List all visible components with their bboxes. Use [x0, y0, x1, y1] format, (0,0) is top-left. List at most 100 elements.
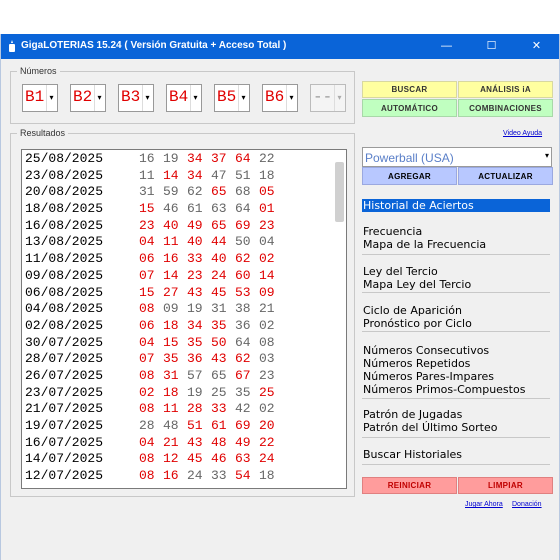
result-row[interactable]: 16/08/2025 23 40 49 65 69 23 [25, 218, 283, 235]
ball-select-label: B3 [121, 88, 141, 106]
window-title: GigaLOTERIAS 15.24 ( Versión Gratuita + … [21, 40, 287, 51]
result-number: 08 [139, 451, 155, 467]
result-number: 65 [211, 217, 227, 233]
result-number: 08 [139, 401, 155, 417]
donacion-link[interactable]: Donación [512, 501, 542, 508]
menu-item-primos-compuestos[interactable]: Números Primos-Compuestos [362, 383, 550, 396]
result-row[interactable]: 02/08/2025 06 18 34 35 36 02 [25, 318, 283, 335]
result-number: 28 [187, 401, 203, 417]
ball-select-b3[interactable]: B3 ▾ [118, 84, 154, 112]
ball-select-b6[interactable]: B6 ▾ [262, 84, 298, 112]
result-row[interactable]: 16/07/2025 04 21 43 48 49 22 [25, 435, 283, 452]
combinaciones-button[interactable]: COMBINACIONES [458, 99, 553, 117]
result-number: 19 [163, 151, 179, 166]
result-number: 47 [211, 167, 227, 183]
result-number: 27 [163, 284, 179, 300]
result-row[interactable]: 21/07/2025 08 11 28 33 42 02 [25, 401, 283, 418]
result-row[interactable]: 13/08/2025 04 11 40 44 50 04 [25, 234, 283, 251]
result-number: 14 [163, 267, 179, 283]
menu-item-mapa-ley-tercio[interactable]: Mapa Ley del Tercio [362, 278, 550, 291]
menu-item-ley-tercio[interactable]: Ley del Tercio [362, 265, 550, 278]
result-row[interactable]: 04/08/2025 08 09 19 31 38 21 [25, 301, 283, 318]
result-date: 26/07/2025 [25, 367, 104, 383]
result-number: 09 [259, 284, 275, 300]
ball-select-b5[interactable]: B5 ▾ [214, 84, 250, 112]
result-number: 40 [211, 251, 227, 267]
ball-select-b2[interactable]: B2 ▾ [70, 84, 106, 112]
menu-item-consecutivos[interactable]: Números Consecutivos [362, 344, 550, 357]
result-date: 28/07/2025 [25, 351, 104, 367]
result-number: 14 [163, 167, 179, 183]
menu-item-patron-ultimo-sorteo[interactable]: Patrón del Último Sorteo [362, 421, 550, 434]
result-number: 68 [235, 184, 251, 200]
ball-select-b1[interactable]: B1 ▾ [22, 84, 58, 112]
result-row[interactable]: 11/08/2025 06 16 33 40 62 02 [25, 251, 283, 268]
result-number: 21 [259, 301, 275, 317]
menu-item-historial-aciertos[interactable]: Historial de Aciertos [362, 199, 550, 212]
result-date: 19/07/2025 [25, 418, 104, 433]
result-row[interactable]: 23/07/2025 02 18 19 25 35 25 [25, 385, 283, 402]
result-date: 23/07/2025 [25, 384, 104, 400]
result-number: 62 [235, 351, 251, 367]
result-row[interactable]: 28/07/2025 07 35 36 43 62 03 [25, 351, 283, 368]
result-number: 64 [235, 201, 251, 217]
result-number: 50 [211, 334, 227, 350]
ball-select-extra[interactable]: -- ▾ [310, 84, 346, 112]
result-row[interactable]: 12/07/2025 08 16 24 33 54 18 [25, 468, 283, 485]
menu-item-ciclo-aparicion[interactable]: Ciclo de Aparición [362, 304, 550, 317]
results-scrollbar[interactable] [335, 162, 344, 222]
lottery-select[interactable]: Powerball (USA) ▾ [362, 147, 552, 167]
jugar-ahora-link[interactable]: Jugar Ahora [465, 501, 503, 508]
results-list-box[interactable]: 25/08/2025 16 19 34 37 64 22 23/08/2025 11 14 34 47… [21, 149, 347, 489]
result-row[interactable]: 06/08/2025 15 27 43 45 53 09 [25, 285, 283, 302]
close-button[interactable]: ✕ [514, 34, 559, 59]
menu-item-mapa-frecuencia[interactable]: Mapa de la Frecuencia [362, 238, 550, 251]
menu-item-pares-impares[interactable]: Números Pares-Impares [362, 370, 550, 383]
result-number: 28 [139, 418, 155, 433]
result-row[interactable]: 26/07/2025 08 31 57 65 67 23 [25, 368, 283, 385]
result-row[interactable]: 09/08/2025 07 14 23 24 60 14 [25, 268, 283, 285]
result-number: 22 [259, 151, 275, 166]
lottery-select-value: Powerball (USA) [365, 151, 454, 165]
title-bar[interactable]: GigaLOTERIAS 15.24 ( Versión Gratuita + … [1, 34, 559, 59]
result-number: 51 [187, 418, 203, 433]
agregar-button[interactable]: AGREGAR [362, 167, 457, 185]
menu-group-patron: Patrón de Jugadas Patrón del Último Sort… [362, 408, 550, 438]
maximize-button[interactable]: ☐ [469, 34, 514, 59]
result-row[interactable]: 14/07/2025 08 12 45 46 63 24 [25, 451, 283, 468]
menu-item-patron-jugadas[interactable]: Patrón de Jugadas [362, 408, 550, 421]
result-number: 11 [163, 401, 179, 417]
result-number: 15 [139, 201, 155, 217]
result-number: 04 [259, 234, 275, 250]
result-number: 06 [139, 251, 155, 267]
menu-item-buscar-historiales[interactable]: Buscar Historiales [362, 448, 550, 461]
chevron-down-icon: ▾ [142, 85, 152, 111]
result-number: 35 [163, 351, 179, 367]
minimize-button[interactable]: — [424, 34, 469, 59]
result-number: 43 [187, 434, 203, 450]
result-row[interactable]: 25/08/2025 16 19 34 37 64 22 [25, 151, 283, 168]
result-row[interactable]: 19/07/2025 28 48 51 61 69 20 [25, 418, 283, 435]
result-row[interactable]: 30/07/2025 04 15 35 50 64 08 [25, 335, 283, 352]
video-ayuda-link[interactable]: Video Ayuda [503, 130, 542, 137]
menu-item-pronostico-ciclo[interactable]: Pronóstico por Ciclo [362, 317, 550, 330]
buscar-button[interactable]: BUSCAR [362, 81, 457, 98]
result-row[interactable]: 18/08/2025 15 46 61 63 64 01 [25, 201, 283, 218]
result-number: 38 [235, 301, 251, 317]
result-date: 14/07/2025 [25, 451, 104, 467]
automatico-button[interactable]: AUTOMÁTICO [362, 99, 457, 117]
menu-item-repetidos[interactable]: Números Repetidos [362, 357, 550, 370]
analisis-ia-button[interactable]: ANÁLISIS iA [458, 81, 553, 98]
result-date: 18/08/2025 [25, 201, 104, 217]
results-list: 25/08/2025 16 19 34 37 64 22 23/08/2025 11 14 34 47… [25, 151, 283, 485]
result-row[interactable]: 20/08/2025 31 59 62 65 68 05 [25, 184, 283, 201]
result-number: 01 [259, 201, 275, 217]
menu-group-buscar: Buscar Historiales [362, 448, 550, 465]
menu-item-frecuencia[interactable]: Frecuencia [362, 225, 550, 238]
ball-select-b4[interactable]: B4 ▾ [166, 84, 202, 112]
limpiar-button[interactable]: LIMPIAR [458, 477, 553, 494]
reiniciar-button[interactable]: REINICIAR [362, 477, 457, 494]
result-row[interactable]: 23/08/2025 11 14 34 47 51 18 [25, 168, 283, 185]
actualizar-button[interactable]: ACTUALIZAR [458, 167, 553, 185]
result-number: 08 [139, 301, 155, 317]
